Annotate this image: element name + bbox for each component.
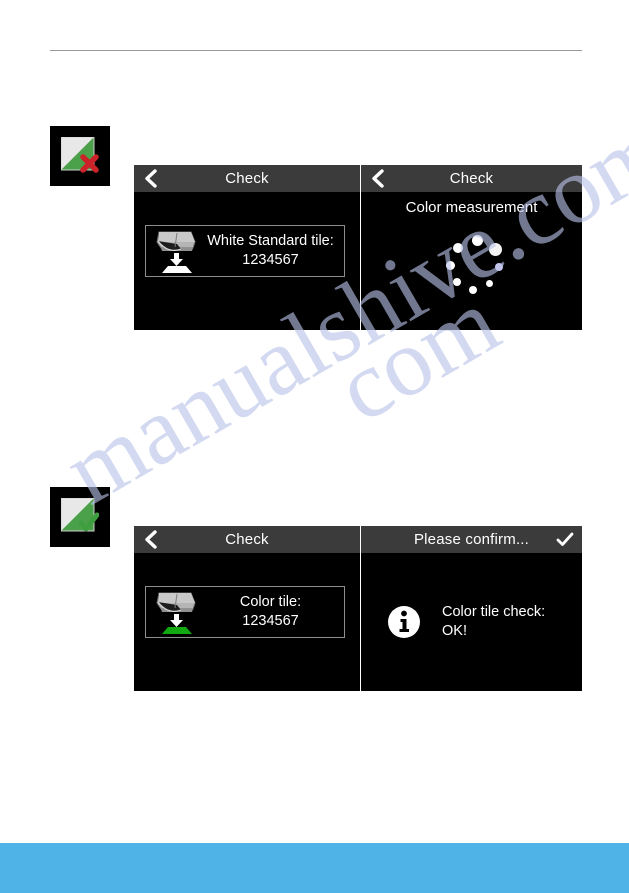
confirm-message-line-1: Color tile check:	[442, 603, 546, 620]
loading-spinner-icon	[445, 235, 511, 301]
tile-card-serial: 1234567	[242, 613, 299, 629]
tile-ok-icon	[61, 498, 99, 532]
header-divider	[50, 50, 582, 51]
titlebar: Check	[134, 526, 360, 553]
info-icon	[388, 606, 420, 638]
titlebar-title: Check	[449, 170, 494, 187]
measurement-status-label: Color measurement	[405, 199, 538, 216]
screen-please-confirm: Please confirm... Color tile check: OK!	[361, 526, 582, 691]
confirm-message-text: Color tile check: OK!	[442, 603, 545, 641]
tile-card-text: Color tile: 1234567	[203, 593, 344, 630]
titlebar-title: Check	[225, 170, 269, 187]
tile-card-label: White Standard tile:	[207, 233, 334, 250]
tile-selection-card[interactable]: White Standard tile: 1234567	[145, 225, 345, 277]
color-tile-ok-thumb	[50, 487, 110, 547]
chevron-left-icon[interactable]	[143, 530, 159, 549]
chevron-left-icon[interactable]	[370, 169, 386, 188]
titlebar-title: Check	[225, 531, 269, 548]
tile-fail-icon	[61, 137, 99, 173]
page-footer-bar	[0, 843, 629, 893]
checkmark-icon[interactable]	[556, 531, 574, 548]
confirm-message-line-2: OK!	[442, 623, 467, 639]
titlebar: Check	[361, 165, 582, 192]
titlebar-title: Please confirm...	[413, 531, 530, 548]
tile-selection-card[interactable]: Color tile: 1234567	[145, 586, 345, 638]
tile-card-label: Color tile:	[239, 594, 302, 611]
screen-check-white-standard: Check White Standard tile: 1234567	[134, 165, 360, 330]
titlebar: Check	[134, 165, 360, 192]
white-standard-tile-fail-thumb	[50, 126, 110, 186]
tile-card-serial: 1234567	[242, 252, 299, 268]
tile-card-text: White Standard tile: 1234567	[203, 232, 344, 269]
instrument-on-color-tile-icon	[156, 592, 196, 634]
screen-color-measurement: Check Color measurement	[361, 165, 582, 330]
chevron-left-icon[interactable]	[143, 169, 159, 188]
titlebar: Please confirm...	[361, 526, 582, 553]
screen-check-color-tile: Check Color tile: 1234567	[134, 526, 360, 691]
instrument-on-white-tile-icon	[156, 231, 196, 273]
confirm-message-body: Color tile check: OK!	[361, 553, 582, 691]
